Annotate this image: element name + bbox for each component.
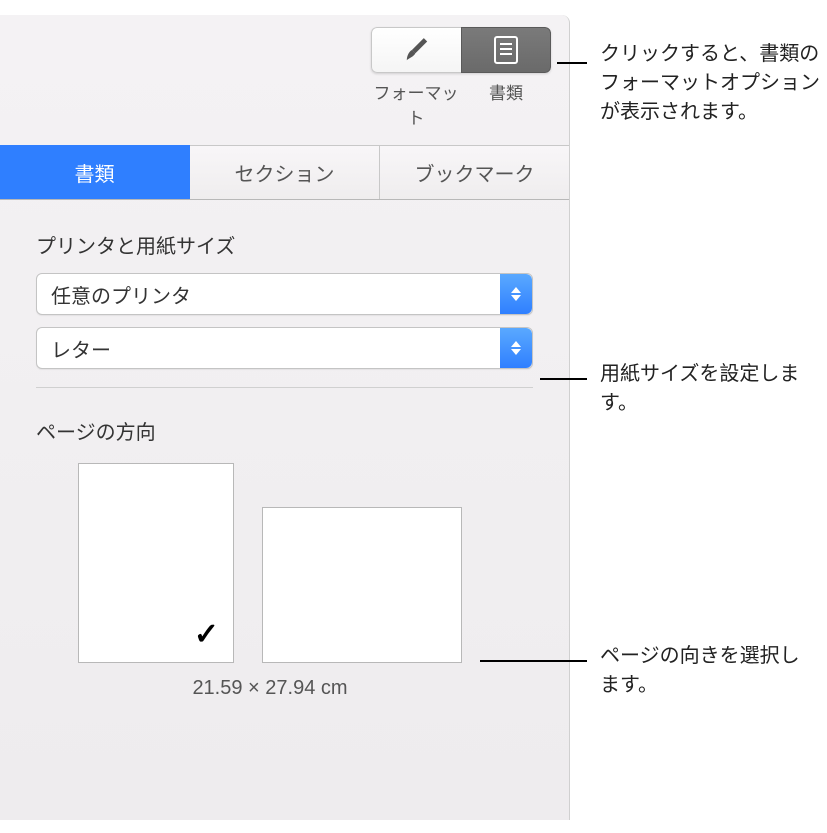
orientation-landscape[interactable]	[262, 507, 462, 663]
content-area: プリンタと用紙サイズ 任意のプリンタ レター ページの方向 ✓ 21.59 × …	[0, 200, 569, 722]
document-icon	[492, 35, 520, 65]
brush-icon	[400, 33, 434, 67]
tab-section[interactable]: セクション	[190, 145, 380, 199]
page-dimensions: 21.59 × 27.94 cm	[78, 677, 462, 700]
printer-select-value: 任意のプリンタ	[51, 280, 191, 309]
callout-orientation: ページの向きを選択します。	[600, 642, 800, 700]
document-label: 書類	[461, 79, 551, 129]
divider	[36, 387, 533, 388]
callout-line	[540, 378, 587, 380]
callout-paper-size: 用紙サイズを設定します。	[600, 360, 800, 418]
callout-document-button: クリックすると、書類のフォーマットオプションが表示されます。	[600, 40, 820, 127]
tab-bar: 書類 セクション ブックマーク	[0, 145, 569, 200]
stepper-icon	[500, 328, 532, 368]
document-button[interactable]	[461, 27, 551, 73]
tab-bookmark[interactable]: ブックマーク	[380, 145, 569, 199]
format-label: フォーマット	[371, 79, 461, 129]
printer-paper-title: プリンタと用紙サイズ	[36, 230, 533, 259]
checkmark-icon: ✓	[194, 617, 219, 652]
orientation-options: ✓	[78, 463, 533, 663]
callout-line	[557, 62, 587, 64]
format-button[interactable]	[371, 27, 461, 73]
paper-size-select[interactable]: レター	[36, 327, 533, 369]
toolbar-group: フォーマット 書類	[371, 27, 551, 129]
tab-document[interactable]: 書類	[0, 145, 190, 199]
inspector-panel: フォーマット 書類 書類 セクション ブックマーク プリンタと用紙サイズ 任意の…	[0, 15, 570, 820]
callout-line	[480, 660, 587, 662]
orientation-title: ページの方向	[36, 416, 533, 445]
stepper-icon	[500, 274, 532, 314]
printer-select[interactable]: 任意のプリンタ	[36, 273, 533, 315]
toolbar-labels: フォーマット 書類	[371, 79, 551, 129]
toolbar-segmented-control	[371, 27, 551, 73]
toolbar: フォーマット 書類	[0, 15, 569, 137]
orientation-portrait[interactable]: ✓	[78, 463, 234, 663]
paper-size-value: レター	[51, 334, 111, 363]
